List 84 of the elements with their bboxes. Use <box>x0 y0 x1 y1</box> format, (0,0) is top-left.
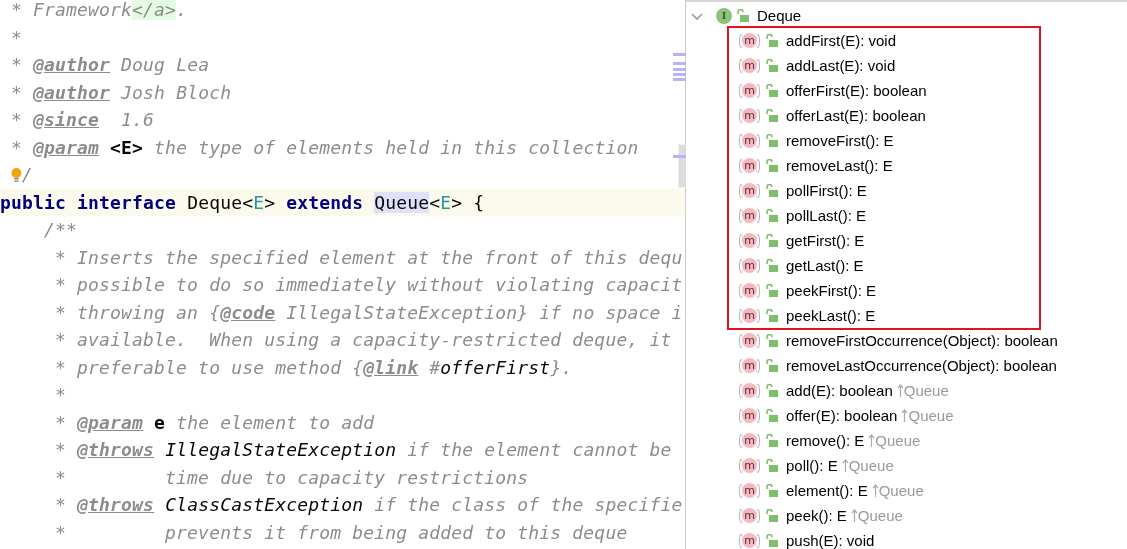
method-item[interactable]: peek(): E <box>786 507 847 524</box>
code-line: * available. When using a capacity-restricted deque, it <box>54 328 672 352</box>
lock-icon <box>766 134 778 147</box>
method-item[interactable]: offerFirst(E): boolean <box>786 82 927 99</box>
lock-icon <box>766 184 778 197</box>
up-arrow-icon <box>896 384 904 397</box>
error-stripe-mark[interactable] <box>673 53 686 56</box>
code-line: * preferable to use method {@link #offerFirst}. <box>54 355 573 380</box>
error-stripe-mark[interactable] <box>673 73 686 76</box>
code-line: public interface Deque<E> extends Queue<E> { <box>0 190 485 215</box>
lock-icon <box>766 384 778 397</box>
interface-icon: I <box>716 7 732 24</box>
method-item[interactable]: element(): E <box>786 482 868 499</box>
method-item[interactable]: removeFirst(): E <box>786 132 894 149</box>
lock-icon <box>766 259 778 272</box>
method-item[interactable]: poll(): E <box>786 457 838 474</box>
up-arrow-icon <box>871 484 879 497</box>
code-line: * @throws ClassCastException if the class of the specifie <box>54 493 683 517</box>
method-item[interactable]: peekFirst(): E <box>786 282 876 299</box>
method-item[interactable]: removeLast(): E <box>786 157 893 174</box>
code-line: / <box>0 161 33 189</box>
up-arrow-icon <box>868 434 876 447</box>
lock-icon <box>766 209 778 222</box>
method-item[interactable]: pollFirst(): E <box>786 182 867 199</box>
lock-icon <box>766 159 778 172</box>
lightbulb-icon[interactable] <box>10 165 22 185</box>
method-item[interactable]: offerLast(E): boolean <box>786 107 926 124</box>
lock-icon <box>766 109 778 122</box>
error-stripe-mark[interactable] <box>673 155 686 158</box>
lock-icon <box>766 459 778 472</box>
code-line: * <box>54 383 67 407</box>
up-arrow-icon <box>901 409 909 422</box>
code-line: /** <box>43 218 78 242</box>
method-item[interactable]: offer(E): boolean <box>786 407 898 424</box>
lock-icon <box>766 309 778 322</box>
lock-icon <box>766 59 778 72</box>
lock-icon <box>766 284 778 297</box>
lock-icon <box>766 234 778 247</box>
code-line: * prevents it from being added to this deque <box>54 520 628 545</box>
code-line: * <box>10 25 22 50</box>
lock-icon <box>766 409 778 422</box>
code-line: * Framework</a>. <box>10 0 188 22</box>
method-item[interactable]: addLast(E): void <box>786 57 896 74</box>
method-item[interactable]: push(E): void <box>786 532 875 549</box>
lock-icon <box>766 84 778 97</box>
inherited-from-label: Queue <box>868 432 921 449</box>
code-line: * throwing an {@code IllegalStateException} if no space i <box>54 300 683 325</box>
method-item[interactable]: add(E): boolean <box>786 382 893 399</box>
code-line: * @author Josh Bloch <box>10 80 232 105</box>
tree-item[interactable]: Deque <box>757 7 802 24</box>
lock-icon <box>766 334 778 347</box>
lock-icon <box>766 534 778 547</box>
error-stripe-mark[interactable] <box>673 68 686 71</box>
lock-icon <box>737 9 749 22</box>
inherited-from-label: Queue <box>871 482 924 499</box>
code-line: * time due to capacity restrictions <box>54 465 529 490</box>
method-item[interactable]: peekLast(): E <box>786 307 876 324</box>
method-item[interactable]: remove(): E <box>786 432 865 449</box>
method-item[interactable]: pollLast(): E <box>786 207 867 224</box>
method-item[interactable]: removeLastOccurrence(Object): boolean <box>786 357 1057 374</box>
inherited-from-label: Queue <box>901 407 954 424</box>
up-arrow-icon <box>841 459 849 472</box>
code-line: * @author Doug Lea <box>10 53 210 77</box>
inherited-from-label: Queue <box>896 382 949 399</box>
inherited-from-label: Queue <box>850 507 903 524</box>
code-line: * @throws IllegalStateException if the element cannot be <box>54 438 672 462</box>
error-stripe-mark[interactable] <box>673 62 686 65</box>
lock-icon <box>766 359 778 372</box>
method-item[interactable]: getFirst(): E <box>786 232 865 249</box>
lock-icon <box>766 509 778 522</box>
code-line: * possible to do so immediately without violating capacit <box>54 273 683 297</box>
code-line: * @param <E> the type of elements held in this collection <box>10 135 639 160</box>
method-item[interactable]: removeFirstOccurrence(Object): boolean <box>786 332 1058 349</box>
code-line: * Inserts the specified element at the front of this dequ <box>54 245 683 270</box>
method-item[interactable]: addFirst(E): void <box>786 32 897 49</box>
lock-icon <box>766 34 778 47</box>
code-line: * @param e the element to add <box>54 410 375 435</box>
lock-icon <box>766 434 778 447</box>
code-line: * @since 1.6 <box>10 108 155 132</box>
method-item[interactable]: getLast(): E <box>786 257 864 274</box>
error-stripe-mark[interactable] <box>673 78 686 81</box>
inherited-from-label: Queue <box>841 457 894 474</box>
up-arrow-icon <box>850 509 858 522</box>
lock-icon <box>766 484 778 497</box>
